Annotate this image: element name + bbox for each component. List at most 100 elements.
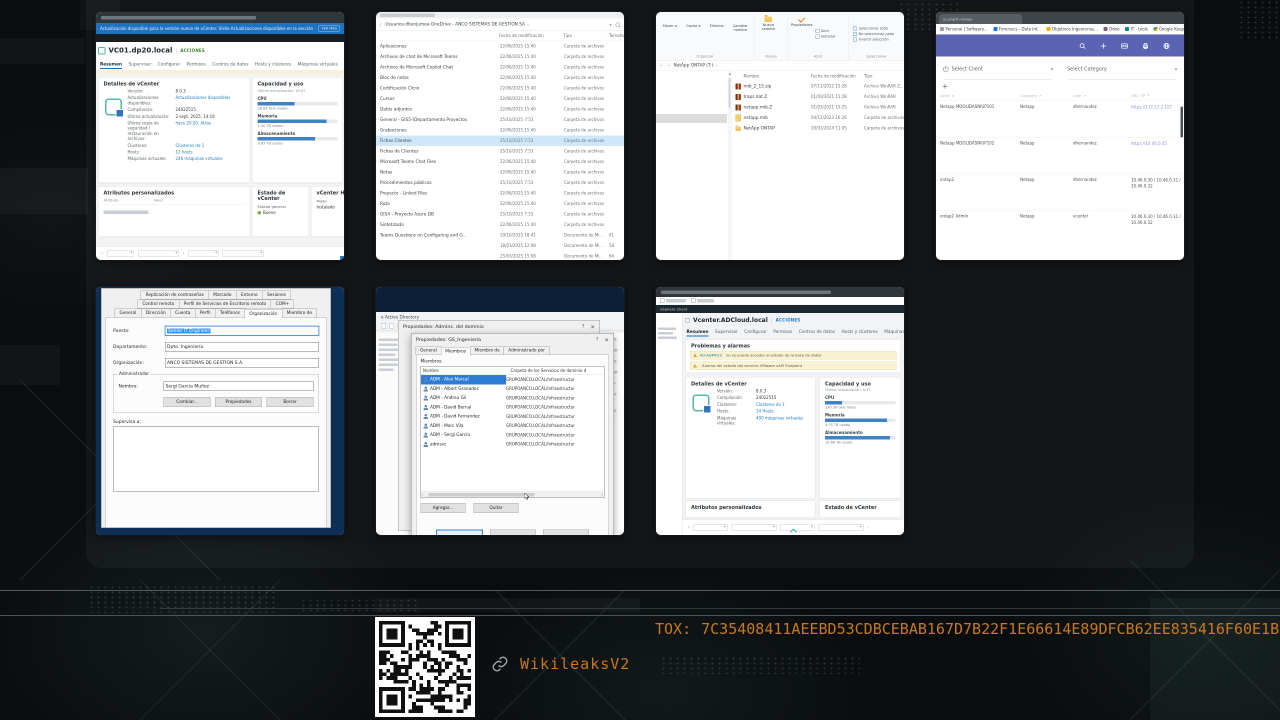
- close-icon: ×: [604, 336, 609, 343]
- member-row: ADM - Albert Granados GRUPOANCO.LOCAL/In…: [421, 384, 604, 393]
- vcenter-tab-bar: ResumenSupervisarConfigurarPermisosCentr…: [683, 327, 905, 338]
- file-date: 25/10/2025 7:53: [498, 212, 562, 217]
- file-name: traps.dat.Z: [744, 94, 768, 99]
- checkbox-icon: [853, 26, 857, 30]
- capacity-meter: Almacenamiento 10.66 TB usado: [825, 431, 896, 445]
- vcenter-tab-bar: ResumenSupervisarConfigurarPermisosCentr…: [96, 59, 344, 71]
- screenshot-thumbnail-explorer-onedrive[interactable]: | ›Usuarios›dbenjumea›OneDrive - ANCO SI…: [376, 12, 624, 260]
- vcenter-tab: Supervisar: [715, 328, 738, 337]
- bookmark-favicon: [1153, 27, 1157, 31]
- bookmark-item: Personal | Software...: [940, 27, 988, 32]
- file-type: Carpeta de archivos: [562, 97, 607, 102]
- vcenter-details-card: Detalles de vCenter Versión: 8.0.3 Compi…: [686, 377, 816, 499]
- capacity-meter: CPU 28.63 GHz usado: [258, 97, 338, 111]
- page-title: VC01.dp20.local: [109, 47, 173, 55]
- file-name: GISA - Proyecto Azure DB: [376, 212, 498, 217]
- field-label: Organización:: [113, 360, 165, 365]
- file-name: netapp.mib: [744, 115, 768, 120]
- member-path: GRUPOANCO.LOCAL/Infraestructur: [506, 424, 604, 429]
- ha-value: Instalado: [317, 205, 335, 210]
- column-label: Label: [940, 94, 950, 99]
- file-date: 22/06/2025 15:40: [498, 191, 562, 196]
- member-path: GRUPOANCO.LOCAL/Infraestructur: [506, 405, 604, 410]
- file-size: 58: [607, 244, 624, 249]
- screenshot-thumbnail-explorer-netapp[interactable]: Mover a Copiar a Eliminar Cambiar nombre…: [656, 12, 904, 260]
- file-name: Procedimientos públicos: [376, 180, 498, 185]
- browser-tab: ss.php?t=index: [939, 14, 1022, 24]
- new-folder-icon: [765, 17, 773, 23]
- card-title: Detalles de vCenter: [104, 82, 245, 88]
- screenshot-thumbnail-password-manager[interactable]: ss.php?t=index Personal | Software... Fo…: [936, 12, 1184, 260]
- ribbon-group-label: Abrir: [790, 54, 847, 61]
- file-date: 25/03/2025 15:08: [498, 254, 562, 259]
- members-list: Nombre Carpeta de los Servicios de domin…: [421, 366, 605, 498]
- search-icon: [616, 22, 621, 27]
- member-path: GRUPOANCO.LOCAL/Infraestructur: [506, 396, 604, 401]
- file-row: Aplicaciones 22/06/2025 15:40 Carpeta de…: [376, 41, 624, 52]
- supervisa-label: Supervisa a:: [113, 420, 319, 425]
- supervisa-listbox: [113, 427, 319, 492]
- divider: |: [175, 47, 177, 54]
- vcenter-ha-card: vCenter HA Modo Instalado: [311, 186, 344, 237]
- file-date: 25/10/2025 7:53: [498, 139, 562, 144]
- screenshot-thumbnail-ad-group-properties[interactable]: e Active Directory: [376, 287, 624, 535]
- banner-text: Actualización disponible para la versión…: [100, 26, 314, 31]
- groupbox-title: Administrador: [118, 372, 151, 377]
- file-row: Ruta 22/06/2025 15:40 Carpeta de archivo…: [376, 199, 624, 210]
- card-title: Atributos personalizados: [691, 505, 810, 511]
- capacity-meter: CPU 130.38 GHz libres: [825, 396, 896, 410]
- file-type: Carpeta de archivos: [562, 202, 607, 207]
- vcenter-tab: Configurar: [744, 328, 766, 337]
- cambiar-button: Cambiar...: [164, 397, 211, 407]
- dialog-title: Propiedades: GS_Ingeniería: [416, 337, 481, 343]
- page-title: Vcenter.ADCloud.local: [693, 317, 768, 324]
- file-date: 22/06/2025 15:40: [498, 76, 562, 81]
- file-row: Certificación Citrix 22/06/2025 15:40 Ca…: [376, 83, 624, 94]
- dialog-tab: Replicación de contraseñas: [141, 291, 209, 300]
- file-date: 22/06/2025 15:40: [498, 128, 562, 133]
- member-path: GRUPOANCO.LOCAL/Infraestructur: [506, 414, 604, 419]
- health-value: Bueno: [263, 211, 276, 216]
- file-type: Carpeta de archivos: [562, 118, 607, 123]
- file-name: Datos adjuntos: [376, 107, 498, 112]
- dialog-tab: Miembros: [441, 347, 471, 356]
- dialog-tab: COM+: [271, 300, 295, 309]
- file-date: 25/10/2025 7:53: [498, 118, 562, 123]
- close-icon: ×: [590, 323, 595, 330]
- user-icon: [424, 405, 429, 410]
- file-type: Documento de Mi...: [562, 233, 607, 238]
- member-name: admsvc: [430, 442, 506, 447]
- column-user: User: [1073, 94, 1082, 99]
- screenshot-thumbnail-vcenter-vc01[interactable]: Actualización disponible para la versión…: [96, 12, 344, 260]
- file-type: Carpeta de archivos: [562, 212, 607, 217]
- file-row: GISA - Proyecto Azure DB 25/10/2025 7:53…: [376, 209, 624, 220]
- file-icon: [736, 114, 742, 121]
- field-label: Puesto:: [113, 328, 165, 333]
- browser-url-bar: [96, 12, 344, 23]
- quitar-button: Quitar: [474, 503, 519, 513]
- card-title: Capacidad y uso: [258, 82, 338, 88]
- ribbon-button: Mover a: [658, 14, 682, 54]
- browser-url-bar: [656, 287, 904, 297]
- screenshot-thumbnail-vcenter-adcloud[interactable]: vSphere Client Vcenter.ADCloud.local | A…: [656, 287, 904, 535]
- cancelar-button: [490, 530, 536, 536]
- checkbox-icon: [853, 37, 857, 41]
- file-row: Grabaciones 22/06/2025 15:40 Carpeta de …: [376, 125, 624, 136]
- card-title: Problemas y alarmas: [691, 344, 896, 350]
- vcenter-tab: Permisos: [773, 328, 792, 337]
- file-name: Aplicaciones: [376, 44, 498, 49]
- vcenter-footer-bar: ‹ ›: [683, 520, 905, 536]
- wikileaks-link[interactable]: WikileaksV2: [520, 655, 630, 673]
- file-date: 22/06/2025 15:40: [498, 160, 562, 165]
- window-title: e Active Directory: [376, 312, 624, 320]
- warning-icon: [693, 364, 697, 368]
- file-name: Grabaciones: [376, 128, 498, 133]
- screenshot-thumbnail-ad-user-properties[interactable]: Replicación de contraseñasMarcadoEntorno…: [96, 287, 344, 535]
- tox-label: TOX:: [655, 620, 691, 638]
- dialog-tab: Sesiones: [262, 291, 291, 300]
- file-name: Cursos: [376, 96, 498, 101]
- member-path: GRUPOANCO.LOCAL/Infraestructur: [506, 387, 604, 392]
- health-ok-icon: [258, 211, 262, 215]
- ribbon-button: Cambiar nombre: [729, 14, 753, 54]
- file-type: Carpeta de archivos: [562, 160, 607, 165]
